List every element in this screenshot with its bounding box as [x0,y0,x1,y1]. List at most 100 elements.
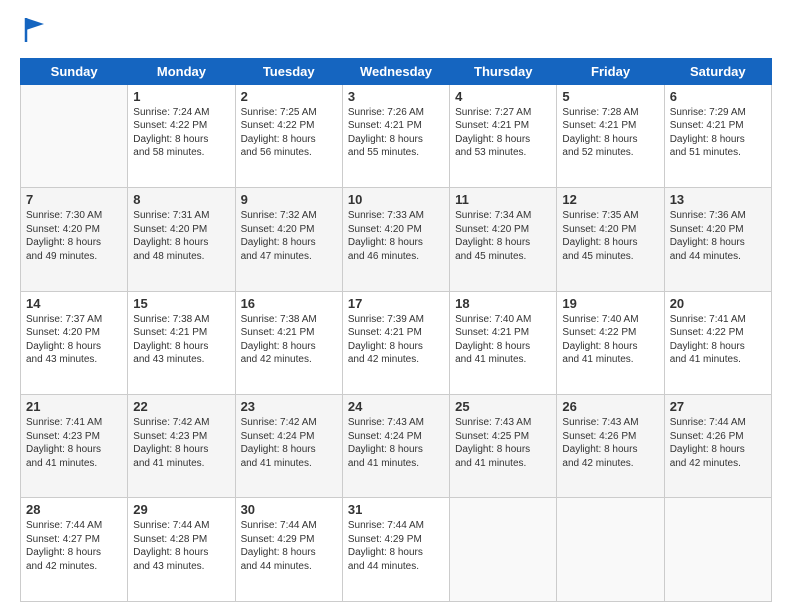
calendar-cell: 7 Sunrise: 7:30 AMSunset: 4:20 PMDaylight… [21,188,128,291]
cell-info: Sunrise: 7:25 AMSunset: 4:22 PMDaylight:… [241,106,337,160]
cell-info: Sunrise: 7:29 AMSunset: 4:21 PMDaylight:… [670,106,766,160]
calendar-cell [450,498,557,602]
cell-info: Sunrise: 7:27 AMSunset: 4:21 PMDaylight:… [455,106,551,160]
calendar-cell: 22Sunrise: 7:42 AMSunset: 4:23 PMDayligh… [128,395,235,498]
dow-header-saturday: Saturday [664,58,771,84]
day-number: 5 [562,89,658,104]
calendar-cell: 4Sunrise: 7:27 AMSunset: 4:21 PMDaylight… [450,84,557,187]
dow-header-monday: Monday [128,58,235,84]
cell-info: Sunrise: 7:38 AMSunset: 4:21 PMDaylight:… [241,313,337,367]
day-number: 18 [455,296,551,311]
day-number: 21 [26,399,122,414]
logo-flag-icon [22,16,46,44]
calendar-cell: 8 Sunrise: 7:31 AMSunset: 4:20 PMDaylight… [128,188,235,291]
dow-header-wednesday: Wednesday [342,58,449,84]
cell-info: Sunrise: 7:24 AMSunset: 4:22 PMDaylight:… [133,106,229,160]
day-number: 15 [133,296,229,311]
calendar-body: 1 Sunrise: 7:24 AMSunset: 4:22 PMDaylight… [21,84,772,601]
calendar-cell: 31Sunrise: 7:44 AMSunset: 4:29 PMDayligh… [342,498,449,602]
day-number: 14 [26,296,122,311]
calendar-cell: 5 Sunrise: 7:28 AMSunset: 4:21 PMDaylight… [557,84,664,187]
calendar-header: SundayMondayTuesdayWednesdayThursdayFrid… [21,58,772,84]
calendar-cell: 27Sunrise: 7:44 AMSunset: 4:26 PMDayligh… [664,395,771,498]
calendar-cell [664,498,771,602]
dow-header-tuesday: Tuesday [235,58,342,84]
calendar-week-1: 1 Sunrise: 7:24 AMSunset: 4:22 PMDaylight… [21,84,772,187]
cell-info: Sunrise: 7:37 AMSunset: 4:20 PMDaylight:… [26,313,122,367]
cell-info: Sunrise: 7:43 AMSunset: 4:25 PMDaylight:… [455,416,551,470]
calendar-cell: 16 Sunrise: 7:38 AMSunset: 4:21 PMDayligh… [235,291,342,394]
calendar-cell [21,84,128,187]
cell-info: Sunrise: 7:40 AMSunset: 4:21 PMDaylight:… [455,313,551,367]
calendar-week-2: 7 Sunrise: 7:30 AMSunset: 4:20 PMDaylight… [21,188,772,291]
calendar-cell: 19Sunrise: 7:40 AMSunset: 4:22 PMDayligh… [557,291,664,394]
cell-info: Sunrise: 7:44 AMSunset: 4:28 PMDaylight:… [133,519,229,573]
cell-info: Sunrise: 7:35 AMSunset: 4:20 PMDaylight:… [562,209,658,263]
day-number: 17 [348,296,444,311]
day-number: 10 [348,192,444,207]
cell-info: Sunrise: 7:41 AMSunset: 4:23 PMDaylight:… [26,416,122,470]
cell-info: Sunrise: 7:43 AMSunset: 4:26 PMDaylight:… [562,416,658,470]
calendar-cell: 26Sunrise: 7:43 AMSunset: 4:26 PMDayligh… [557,395,664,498]
day-number: 30 [241,502,337,517]
cell-info: Sunrise: 7:44 AMSunset: 4:29 PMDaylight:… [348,519,444,573]
day-number: 27 [670,399,766,414]
cell-info: Sunrise: 7:31 AMSunset: 4:20 PMDaylight:… [133,209,229,263]
calendar-cell: 23 Sunrise: 7:42 AMSunset: 4:24 PMDayligh… [235,395,342,498]
cell-info: Sunrise: 7:34 AMSunset: 4:20 PMDaylight:… [455,209,551,263]
day-number: 12 [562,192,658,207]
cell-info: Sunrise: 7:43 AMSunset: 4:24 PMDaylight:… [348,416,444,470]
calendar-cell: 11 Sunrise: 7:34 AMSunset: 4:20 PMDayligh… [450,188,557,291]
calendar-cell: 17 Sunrise: 7:39 AMSunset: 4:21 PMDayligh… [342,291,449,394]
page-header [20,16,772,50]
day-number: 8 [133,192,229,207]
day-number: 7 [26,192,122,207]
cell-info: Sunrise: 7:44 AMSunset: 4:27 PMDaylight:… [26,519,122,573]
calendar-cell: 2 Sunrise: 7:25 AMSunset: 4:22 PMDaylight… [235,84,342,187]
cell-info: Sunrise: 7:33 AMSunset: 4:20 PMDaylight:… [348,209,444,263]
cell-info: Sunrise: 7:26 AMSunset: 4:21 PMDaylight:… [348,106,444,160]
day-number: 11 [455,192,551,207]
calendar-cell: 24Sunrise: 7:43 AMSunset: 4:24 PMDayligh… [342,395,449,498]
calendar-table: SundayMondayTuesdayWednesdayThursdayFrid… [20,58,772,602]
day-number: 2 [241,89,337,104]
cell-info: Sunrise: 7:36 AMSunset: 4:20 PMDaylight:… [670,209,766,263]
calendar-cell: 21 Sunrise: 7:41 AMSunset: 4:23 PMDayligh… [21,395,128,498]
calendar-cell: 14 Sunrise: 7:37 AMSunset: 4:20 PMDayligh… [21,291,128,394]
calendar-cell: 18 Sunrise: 7:40 AMSunset: 4:21 PMDayligh… [450,291,557,394]
calendar-cell: 15 Sunrise: 7:38 AMSunset: 4:21 PMDayligh… [128,291,235,394]
day-number: 1 [133,89,229,104]
dow-header-sunday: Sunday [21,58,128,84]
cell-info: Sunrise: 7:42 AMSunset: 4:24 PMDaylight:… [241,416,337,470]
calendar-cell: 9Sunrise: 7:32 AMSunset: 4:20 PMDaylight… [235,188,342,291]
day-number: 28 [26,502,122,517]
day-number: 20 [670,296,766,311]
day-number: 29 [133,502,229,517]
calendar-cell: 3 Sunrise: 7:26 AMSunset: 4:21 PMDaylight… [342,84,449,187]
day-number: 3 [348,89,444,104]
calendar-cell: 20 Sunrise: 7:41 AMSunset: 4:22 PMDayligh… [664,291,771,394]
days-of-week-row: SundayMondayTuesdayWednesdayThursdayFrid… [21,58,772,84]
cell-info: Sunrise: 7:30 AMSunset: 4:20 PMDaylight:… [26,209,122,263]
calendar-cell: 13 Sunrise: 7:36 AMSunset: 4:20 PMDayligh… [664,188,771,291]
day-number: 19 [562,296,658,311]
cell-info: Sunrise: 7:41 AMSunset: 4:22 PMDaylight:… [670,313,766,367]
day-number: 9 [241,192,337,207]
day-number: 16 [241,296,337,311]
calendar-week-3: 14 Sunrise: 7:37 AMSunset: 4:20 PMDayligh… [21,291,772,394]
cell-info: Sunrise: 7:39 AMSunset: 4:21 PMDaylight:… [348,313,444,367]
calendar-cell: 25Sunrise: 7:43 AMSunset: 4:25 PMDayligh… [450,395,557,498]
calendar-cell: 6Sunrise: 7:29 AMSunset: 4:21 PMDaylight… [664,84,771,187]
dow-header-thursday: Thursday [450,58,557,84]
day-number: 22 [133,399,229,414]
cell-info: Sunrise: 7:38 AMSunset: 4:21 PMDaylight:… [133,313,229,367]
day-number: 23 [241,399,337,414]
calendar-week-4: 21 Sunrise: 7:41 AMSunset: 4:23 PMDayligh… [21,395,772,498]
calendar-cell: 29 Sunrise: 7:44 AMSunset: 4:28 PMDayligh… [128,498,235,602]
dow-header-friday: Friday [557,58,664,84]
day-number: 13 [670,192,766,207]
cell-info: Sunrise: 7:28 AMSunset: 4:21 PMDaylight:… [562,106,658,160]
calendar-cell: 28 Sunrise: 7:44 AMSunset: 4:27 PMDayligh… [21,498,128,602]
calendar-cell: 10 Sunrise: 7:33 AMSunset: 4:20 PMDayligh… [342,188,449,291]
calendar-cell: 1 Sunrise: 7:24 AMSunset: 4:22 PMDaylight… [128,84,235,187]
